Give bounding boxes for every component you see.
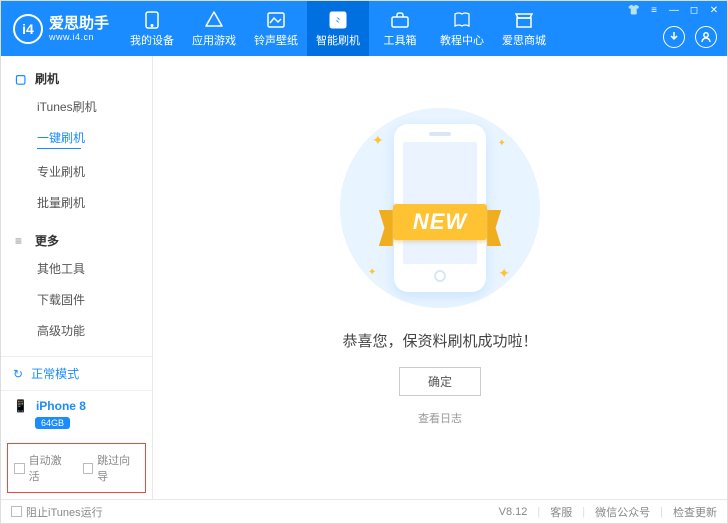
- store-icon: [514, 10, 534, 30]
- side-group-flash: ▢ 刷机 iTunes刷机 一键刷机 专业刷机 批量刷机: [1, 56, 152, 218]
- header-actions: [663, 26, 717, 48]
- tab-toolbox[interactable]: 工具箱: [369, 1, 431, 56]
- wallpaper-icon: [266, 10, 286, 30]
- checkbox-label: 自动激活: [29, 452, 71, 484]
- sidebar-item-advanced[interactable]: 高级功能: [1, 315, 152, 346]
- tab-label: 智能刷机: [316, 32, 360, 48]
- phone-home-icon: [434, 270, 446, 282]
- tab-label: 爱思商城: [502, 32, 546, 48]
- auto-activate-checkbox[interactable]: 自动激活: [14, 452, 71, 484]
- skin-icon[interactable]: 👕: [627, 5, 641, 16]
- minimize-icon[interactable]: —: [667, 5, 681, 16]
- sparkle-icon: ✦: [498, 138, 506, 149]
- app-window: i4 爱思助手 www.i4.cn 我的设备 应用游戏 铃声壁纸 智能刷机: [0, 0, 728, 524]
- sidebar-item-other-tools[interactable]: 其他工具: [1, 253, 152, 284]
- brand-name: 爱思助手: [49, 15, 109, 32]
- check-update-link[interactable]: 检查更新: [673, 504, 717, 520]
- tab-ring-wallpaper[interactable]: 铃声壁纸: [245, 1, 307, 56]
- tab-smart-flash[interactable]: 智能刷机: [307, 1, 369, 56]
- separator: |: [537, 506, 540, 518]
- tab-label: 教程中心: [440, 32, 484, 48]
- tab-label: 铃声壁纸: [254, 32, 298, 48]
- checkbox-label: 阻止iTunes运行: [26, 504, 103, 520]
- support-link[interactable]: 客服: [550, 504, 572, 520]
- tab-label: 工具箱: [384, 32, 417, 48]
- checkbox-icon: [83, 463, 94, 474]
- close-icon[interactable]: ✕: [707, 5, 721, 16]
- menu-icon[interactable]: ≡: [647, 5, 661, 16]
- side-group-header-flash: ▢ 刷机: [1, 66, 152, 91]
- app-header: i4 爱思助手 www.i4.cn 我的设备 应用游戏 铃声壁纸 智能刷机: [1, 1, 727, 56]
- brand-text: 爱思助手 www.i4.cn: [49, 15, 109, 43]
- sidebar-item-download-firmware[interactable]: 下载固件: [1, 284, 152, 315]
- more-icon: ≡: [15, 234, 29, 248]
- device-name: iPhone 8: [36, 399, 86, 413]
- side-group-title: 刷机: [35, 70, 59, 87]
- tab-apps[interactable]: 应用游戏: [183, 1, 245, 56]
- side-group-header-more: ≡ 更多: [1, 228, 152, 253]
- checkbox-icon: [11, 506, 22, 517]
- tab-store[interactable]: 爱思商城: [493, 1, 555, 56]
- device-mode[interactable]: ↻ 正常模式: [1, 356, 152, 390]
- status-bar: 阻止iTunes运行 V8.12 | 客服 | 微信公众号 | 检查更新: [1, 499, 727, 523]
- block-itunes-checkbox[interactable]: 阻止iTunes运行: [11, 504, 103, 520]
- sidebar-item-oneclick-flash[interactable]: 一键刷机: [1, 122, 152, 156]
- wechat-link[interactable]: 微信公众号: [595, 504, 650, 520]
- highlighted-options: 自动激活 跳过向导: [7, 443, 146, 493]
- side-group-title: 更多: [35, 232, 59, 249]
- footer-right: V8.12 | 客服 | 微信公众号 | 检查更新: [499, 504, 717, 520]
- sidebar-list: ▢ 刷机 iTunes刷机 一键刷机 专业刷机 批量刷机 ≡ 更多 其他工具 下…: [1, 56, 152, 356]
- app-body: ▢ 刷机 iTunes刷机 一键刷机 专业刷机 批量刷机 ≡ 更多 其他工具 下…: [1, 56, 727, 499]
- checkbox-icon: [14, 463, 25, 474]
- tab-label: 我的设备: [130, 32, 174, 48]
- brand-logo: i4 爱思助手 www.i4.cn: [1, 14, 121, 44]
- skip-wizard-checkbox[interactable]: 跳过向导: [83, 452, 140, 484]
- tab-label: 应用游戏: [192, 32, 236, 48]
- sparkle-icon: ✦: [372, 132, 384, 149]
- sparkle-icon: ✦: [368, 267, 376, 278]
- sparkle-icon: ✦: [498, 265, 510, 282]
- new-ribbon: NEW: [362, 198, 518, 246]
- confirm-button[interactable]: 确定: [399, 367, 481, 396]
- toolbox-icon: [390, 10, 410, 30]
- ribbon-text: NEW: [393, 204, 487, 240]
- tab-tutorial[interactable]: 教程中心: [431, 1, 493, 56]
- checkbox-label: 跳过向导: [97, 452, 139, 484]
- separator: |: [582, 506, 585, 518]
- brand-url: www.i4.cn: [49, 32, 109, 42]
- device-capacity-badge: 64GB: [35, 417, 70, 429]
- user-button[interactable]: [695, 26, 717, 48]
- main-panel: ✦ ✦ ✦ ✦ NEW 恭喜您，保资料刷机成功啦！ 确定 查看日志: [153, 56, 727, 499]
- window-controls: 👕 ≡ — ◻ ✕: [627, 5, 721, 16]
- flash-icon: [328, 10, 348, 30]
- apps-icon: [204, 10, 224, 30]
- logo-icon: i4: [13, 14, 43, 44]
- phone-icon: [142, 10, 162, 30]
- sidebar-item-pro-flash[interactable]: 专业刷机: [1, 156, 152, 187]
- separator: |: [660, 506, 663, 518]
- tab-my-device[interactable]: 我的设备: [121, 1, 183, 56]
- phone-speaker-icon: [429, 132, 451, 136]
- sidebar-item-batch-flash[interactable]: 批量刷机: [1, 187, 152, 218]
- version-label: V8.12: [499, 506, 528, 518]
- view-log-link[interactable]: 查看日志: [418, 410, 462, 426]
- sidebar: ▢ 刷机 iTunes刷机 一键刷机 专业刷机 批量刷机 ≡ 更多 其他工具 下…: [1, 56, 153, 499]
- device-mode-label: 正常模式: [31, 365, 79, 382]
- device-info[interactable]: 📱 iPhone 8 64GB: [1, 390, 152, 437]
- phone-outline-icon: ▢: [15, 72, 29, 86]
- maximize-icon[interactable]: ◻: [687, 5, 701, 16]
- device-line: 📱 iPhone 8: [13, 399, 140, 413]
- success-message: 恭喜您，保资料刷机成功啦！: [342, 330, 537, 351]
- device-icon: 📱: [13, 399, 28, 413]
- side-group-more: ≡ 更多 其他工具 下载固件 高级功能: [1, 218, 152, 346]
- download-button[interactable]: [663, 26, 685, 48]
- sidebar-item-itunes-flash[interactable]: iTunes刷机: [1, 91, 152, 122]
- refresh-icon: ↻: [13, 367, 23, 381]
- book-icon: [452, 10, 472, 30]
- success-illustration: ✦ ✦ ✦ ✦ NEW: [340, 108, 540, 308]
